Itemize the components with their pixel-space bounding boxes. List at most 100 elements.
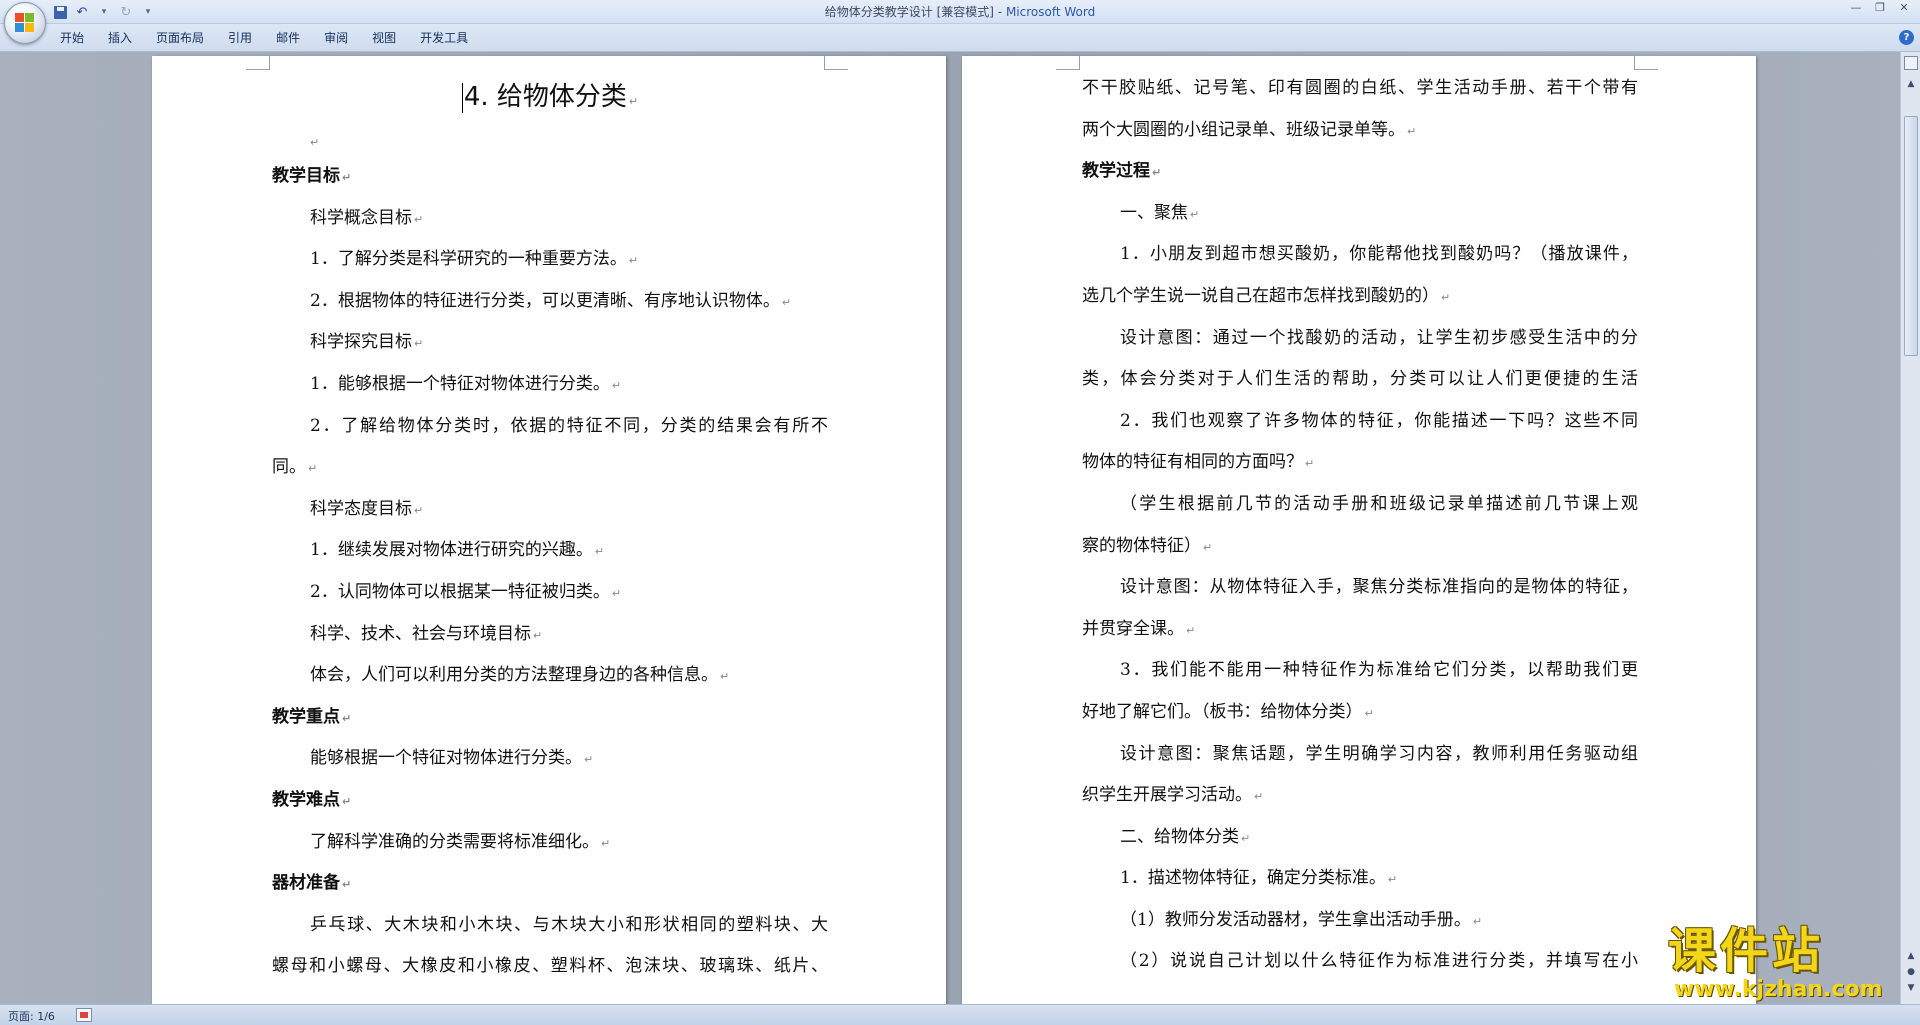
ribbon-tabs: 开始 插入 页面布局 引用 邮件 审阅 视图 开发工具 [52,28,480,48]
line-text: 设计意图：聚焦话题，学生明确学习内容，教师利用任务驱动组 [1120,743,1638,764]
paragraph-mark-icon: ↵ [611,586,622,600]
paragraph-line[interactable]: 1．继续发展对物体进行研究的兴趣。 ↵ [272,530,828,572]
paragraph-line[interactable]: 设计意图：通过一个找酸奶的活动，让学生初步感受生活中的分 [1082,318,1638,360]
undo-dropdown-icon[interactable]: ▾ [96,4,112,20]
document-title[interactable]: 4. 给物体分类 ↵ [272,56,828,126]
paragraph-line[interactable]: （学生根据前几节的活动手册和班级记录单描述前几节课上观 [1082,484,1638,526]
undo-icon[interactable]: ↶ [74,4,90,20]
line-text: 教学目标 [272,166,340,186]
paragraph-line[interactable]: 设计意图：从物体特征入手，聚焦分类标准指向的是物体的特征， [1082,567,1638,609]
paragraph-line[interactable]: 选几个学生说一说自己在超市怎样找到酸奶的） ↵ [1082,276,1638,318]
paragraph-line[interactable]: 类，体会分类对于人们生活的帮助，分类可以让人们更便捷的生活 [1082,359,1638,401]
line-text: 科学探究目标 [310,332,412,353]
paragraph-line[interactable]: 1．小朋友到超市想买酸奶，你能帮他找到酸奶吗？（播放课件， [1082,234,1638,276]
paragraph-line[interactable]: 科学、技术、社会与环境目标 ↵ [272,614,828,656]
paragraph-line[interactable]: 1．描述物体特征，确定分类标准。 ↵ [1082,858,1638,900]
paragraph-mark-icon: ↵ [1407,124,1417,138]
paragraph-mark-icon: ↵ [1203,540,1213,554]
page-count[interactable]: 页面: 1/6 [8,1008,55,1024]
text-cursor [461,82,463,113]
paragraph-mark-icon: ↵ [308,462,318,476]
paragraph-line[interactable]: 螺母和小螺母、大橡皮和小橡皮、塑料杯、泡沫块、玻璃珠、纸片、 [272,946,828,988]
paragraph-line[interactable]: 不干胶贴纸、记号笔、印有圆圈的白纸、学生活动手册、若干个带有 [1082,68,1638,110]
tab-review[interactable]: 审阅 [312,28,360,48]
document-page-1[interactable]: 4. 给物体分类 ↵ ↵ 教学目标 ↵ 科学概念目标 ↵ 1．了解分类是科学研究的一种重要… [152,56,946,1004]
line-text: 了解科学准确的分类需要将标准细化。 [310,831,599,852]
line-text: 2．根据物体的特征进行分类，可以更清晰、有序地认识物体。 [310,290,780,311]
tab-home[interactable]: 开始 [52,28,96,48]
line-text: 能够根据一个特征对物体进行分类。 [310,748,582,769]
close-icon[interactable]: ✕ [1892,0,1916,18]
paragraph-mark-icon: ↵ [1186,623,1196,637]
paragraph-line[interactable]: 物体的特征有相同的方面吗？ ↵ [1082,442,1638,484]
document-page-2[interactable]: 不干胶贴纸、记号笔、印有圆圈的白纸、学生活动手册、若干个带有 两个大圆圈的小组记录… [962,56,1756,1004]
paragraph-line[interactable]: 2．根据物体的特征进行分类，可以更清晰、有序地认识物体。 ↵ [272,281,828,323]
line-text: 科学态度目标 [310,498,412,519]
minimize-icon[interactable]: — [1844,0,1868,18]
line-text: 设计意图：从物体特征入手，聚焦分类标准指向的是物体的特征， [1120,577,1638,598]
paragraph-line[interactable]: 二、给物体分类 ↵ [1082,817,1638,859]
macro-record-icon[interactable] [76,1008,92,1022]
tab-view[interactable]: 视图 [360,28,408,48]
tab-insert[interactable]: 插入 [96,28,144,48]
paragraph-line[interactable]: 一、聚焦 ↵ [1082,193,1638,235]
redo-icon[interactable]: ↻ [118,4,134,20]
paragraph-line[interactable]: 3．我们能不能用一种特征作为标准给它们分类，以帮助我们更 [1082,650,1638,692]
paragraph-line[interactable]: 并贯穿全课。 ↵ [1082,609,1638,651]
crop-mark [1056,56,1080,70]
paragraph-line[interactable]: 了解科学准确的分类需要将标准细化。 ↵ [272,822,828,864]
paragraph-line[interactable]: 2．认同物体可以根据某一特征被归类。 ↵ [272,572,828,614]
tab-developer[interactable]: 开发工具 [408,28,480,48]
section-heading[interactable]: 教学重点 ↵ [272,697,828,739]
paragraph-line[interactable]: 科学探究目标 ↵ [272,322,828,364]
paragraph-line[interactable]: 好地了解它们。（板书：给物体分类） ↵ [1082,692,1638,734]
crop-mark [246,56,270,70]
paragraph-line[interactable]: 察的物体特征） ↵ [1082,526,1638,568]
page-1-text[interactable]: 4. 给物体分类 ↵ ↵ 教学目标 ↵ 科学概念目标 ↵ 1．了解分类是科学研究的一种重要… [272,56,828,988]
save-icon[interactable] [52,4,68,20]
line-text: 两个大圆圈的小组记录单、班级记录单等。 [1082,119,1405,140]
paragraph-line[interactable]: 能够根据一个特征对物体进行分类。 ↵ [272,738,828,780]
paragraph-line[interactable]: 科学概念目标 ↵ [272,198,828,240]
section-heading[interactable]: 器材准备 ↵ [272,863,828,905]
section-heading[interactable]: 教学过程 ↵ [1082,151,1638,193]
paragraph-line[interactable]: 2．了解给物体分类时，依据的特征不同，分类的结果会有所不 [272,406,828,448]
title-separator: - [993,5,1006,19]
paragraph-line[interactable]: 设计意图：聚焦话题，学生明确学习内容，教师利用任务驱动组 [1082,734,1638,776]
paragraph-line[interactable]: 乒乓球、大木块和小木块、与木块大小和形状相同的塑料块、大 [272,905,828,947]
section-heading[interactable]: 教学难点 ↵ [272,780,828,822]
line-text: 2．了解给物体分类时，依据的特征不同，分类的结果会有所不 [310,415,828,436]
tab-mailings[interactable]: 邮件 [264,28,312,48]
office-button[interactable] [4,2,46,44]
paragraph-line[interactable]: 织学生开展学习活动。 ↵ [1082,775,1638,817]
paragraph-mark-icon: ↵ [1472,914,1483,928]
line-text: 器材准备 [272,873,340,894]
paragraph-line[interactable]: 2．我们也观察了许多物体的特征，你能描述一下吗？这些不同 [1082,401,1638,443]
paragraph-mark-icon: ↵ [611,378,622,392]
line-text: 二、给物体分类 [1120,826,1239,847]
customize-toolbar-icon[interactable]: ▾ [140,4,156,20]
paragraph-line[interactable]: 同。 ↵ [272,447,828,489]
paragraph-line[interactable]: 1．能够根据一个特征对物体进行分类。 ↵ [272,364,828,406]
paragraph-line[interactable]: 两个大圆圈的小组记录单、班级记录单等。 ↵ [1082,110,1638,152]
paragraph-line[interactable]: 1．了解分类是科学研究的一种重要方法。 ↵ [272,239,828,281]
line-text: （学生根据前几节的活动手册和班级记录单描述前几节课上观 [1120,493,1638,514]
line-text: 设计意图：通过一个找酸奶的活动，让学生初步感受生活中的分 [1120,327,1638,348]
paragraph-line[interactable]: （1）教师分发活动器材，学生拿出活动手册。 ↵ [1082,900,1638,942]
tab-page-layout[interactable]: 页面布局 [144,28,216,48]
scroll-thumb[interactable] [1904,116,1918,356]
help-icon[interactable]: ? [1899,30,1914,45]
paragraph-line[interactable]: 科学态度目标 ↵ [272,489,828,531]
paragraph-mark-icon: ↵ [414,212,424,226]
vertical-scrollbar[interactable]: ▲ ▲ ● ▼ [1900,52,1920,1004]
paragraph-line[interactable]: 体会，人们可以利用分类的方法整理身边的各种信息。 ↵ [272,655,828,697]
section-heading[interactable]: 教学目标 ↵ [272,156,828,198]
paragraph-line[interactable]: （2）说说自己计划以什么特征作为标准进行分类，并填写在小 [1082,941,1638,983]
title-bar: 给物体分类教学设计 [兼容模式] - Microsoft Word ↶ ▾ ↻ … [0,0,1920,24]
line-text: 一、聚焦 [1120,202,1188,223]
page-2-text[interactable]: 不干胶贴纸、记号笔、印有圆圈的白纸、学生活动手册、若干个带有 两个大圆圈的小组记录… [1082,68,1638,983]
ruler-toggle-icon[interactable] [1904,56,1918,70]
tab-references[interactable]: 引用 [216,28,264,48]
scroll-up-icon[interactable]: ▲ [1903,76,1919,92]
restore-icon[interactable]: ❐ [1868,0,1892,18]
